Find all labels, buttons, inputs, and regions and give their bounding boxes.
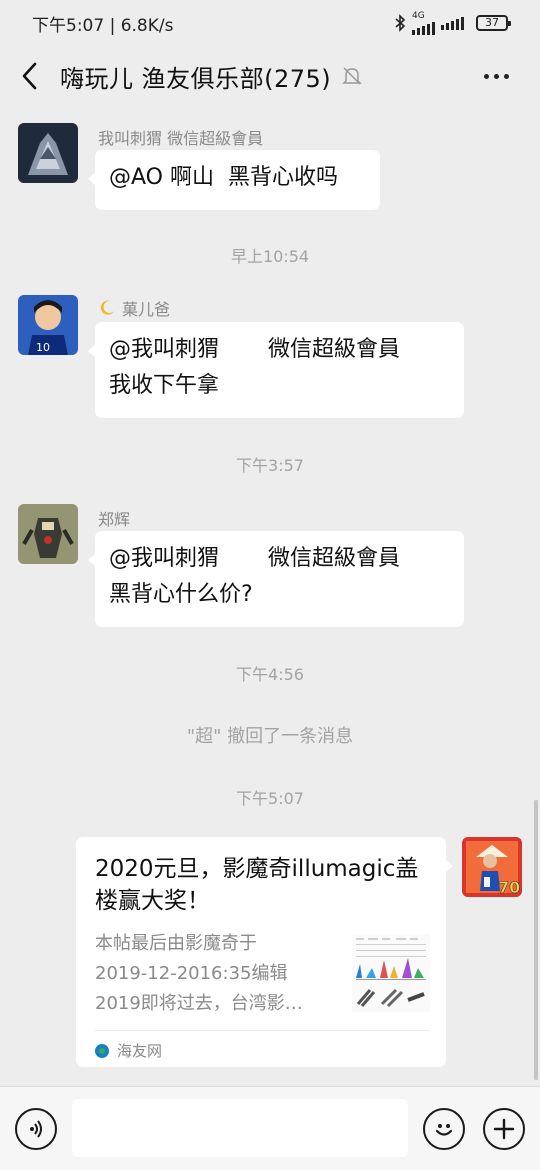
plus-button[interactable] <box>483 1108 525 1150</box>
card-title: 2020元旦，影魔奇illumagic盖楼赢大奖！ <box>95 856 419 914</box>
network-label: 4G <box>412 10 425 21</box>
self-avatar-badge: 70 <box>498 878 520 897</box>
status-time: 下午5:07 | 6.8K/s <box>32 15 174 36</box>
card-desc-line: 本帖最后由影魔奇于 <box>95 933 257 954</box>
avatar[interactable] <box>18 123 78 183</box>
back-button[interactable] <box>0 46 60 106</box>
card-source-name: 海友网 <box>117 1042 163 1060</box>
voice-button[interactable] <box>15 1108 57 1150</box>
recall-notice: "超" 撤回了一条消息 <box>186 726 354 747</box>
more-button[interactable] <box>476 60 516 92</box>
moon-icon <box>100 300 114 315</box>
status-icons: 4G 37 <box>394 10 511 35</box>
timestamp: 早上10:54 <box>230 247 310 266</box>
avatar[interactable]: 10 <box>18 295 78 355</box>
emoji-icon <box>435 1124 453 1136</box>
message-bubble[interactable]: @我叫刺猬 微信超級會員 我收下午拿 <box>88 322 464 418</box>
signal-icon <box>441 16 464 30</box>
message-bubble[interactable]: @我叫刺猬 微信超級會員 黑背心什么价? <box>88 531 464 627</box>
self-avatar[interactable]: 70 <box>462 837 522 897</box>
bluetooth-icon <box>395 14 406 32</box>
timestamp: 下午4:56 <box>236 665 304 684</box>
nav-bar: 嗨玩儿 渔友俱乐部(275) <box>0 46 540 106</box>
timestamp: 下午3:57 <box>236 456 304 475</box>
sender-name: 菓儿爸 <box>98 296 170 320</box>
input-bar <box>0 1086 540 1170</box>
avatar[interactable] <box>18 504 78 564</box>
link-card[interactable]: 2020元旦，影魔奇illumagic盖楼赢大奖！ 本帖最后由影魔奇于 2019… <box>76 837 453 1067</box>
status-bar: 下午5:07 | 6.8K/s 4G 37 <box>0 0 540 46</box>
back-chevron-icon <box>22 62 37 90</box>
plus-icon <box>493 1118 515 1140</box>
scrollbar[interactable] <box>534 800 538 1080</box>
signal-4g-icon <box>412 21 435 35</box>
card-desc-line: 2019即将过去，台湾影… <box>95 993 303 1014</box>
svg-text:10: 10 <box>36 341 50 354</box>
source-logo-icon <box>95 1043 109 1058</box>
card-thumbnail <box>352 934 430 1012</box>
voice-icon <box>30 1120 42 1138</box>
timestamp: 下午5:07 <box>236 789 304 808</box>
card-desc-line: 2019-12-2016:35编辑 <box>95 963 288 984</box>
chat-title-wrap[interactable]: 嗨玩儿 渔友俱乐部(275) <box>60 59 363 94</box>
battery-icon: 37 <box>476 15 511 31</box>
card-description: 本帖最后由影魔奇于 2019-12-2016:35编辑 2019即将过去，台湾影… <box>95 929 335 1019</box>
sender-name: 我叫刺猬 微信超級會員 <box>98 129 264 148</box>
chat-title: 嗨玩儿 渔友俱乐部(275) <box>60 64 332 93</box>
mute-bell-icon <box>342 67 362 85</box>
chat-area[interactable]: 我叫刺猬 微信超級會員 @AO 啊山 黑背心收吗 早上10:54 10 菓儿爸 … <box>0 106 540 1086</box>
card-source: 海友网 <box>95 1040 162 1061</box>
sender-name: 郑辉 <box>98 510 131 529</box>
card-divider <box>95 1030 430 1031</box>
emoji-button[interactable] <box>423 1108 465 1150</box>
message-input[interactable] <box>72 1099 408 1157</box>
message-bubble[interactable]: @AO 啊山 黑背心收吗 <box>88 150 380 210</box>
sender-name-text: 菓儿爸 <box>122 300 171 319</box>
